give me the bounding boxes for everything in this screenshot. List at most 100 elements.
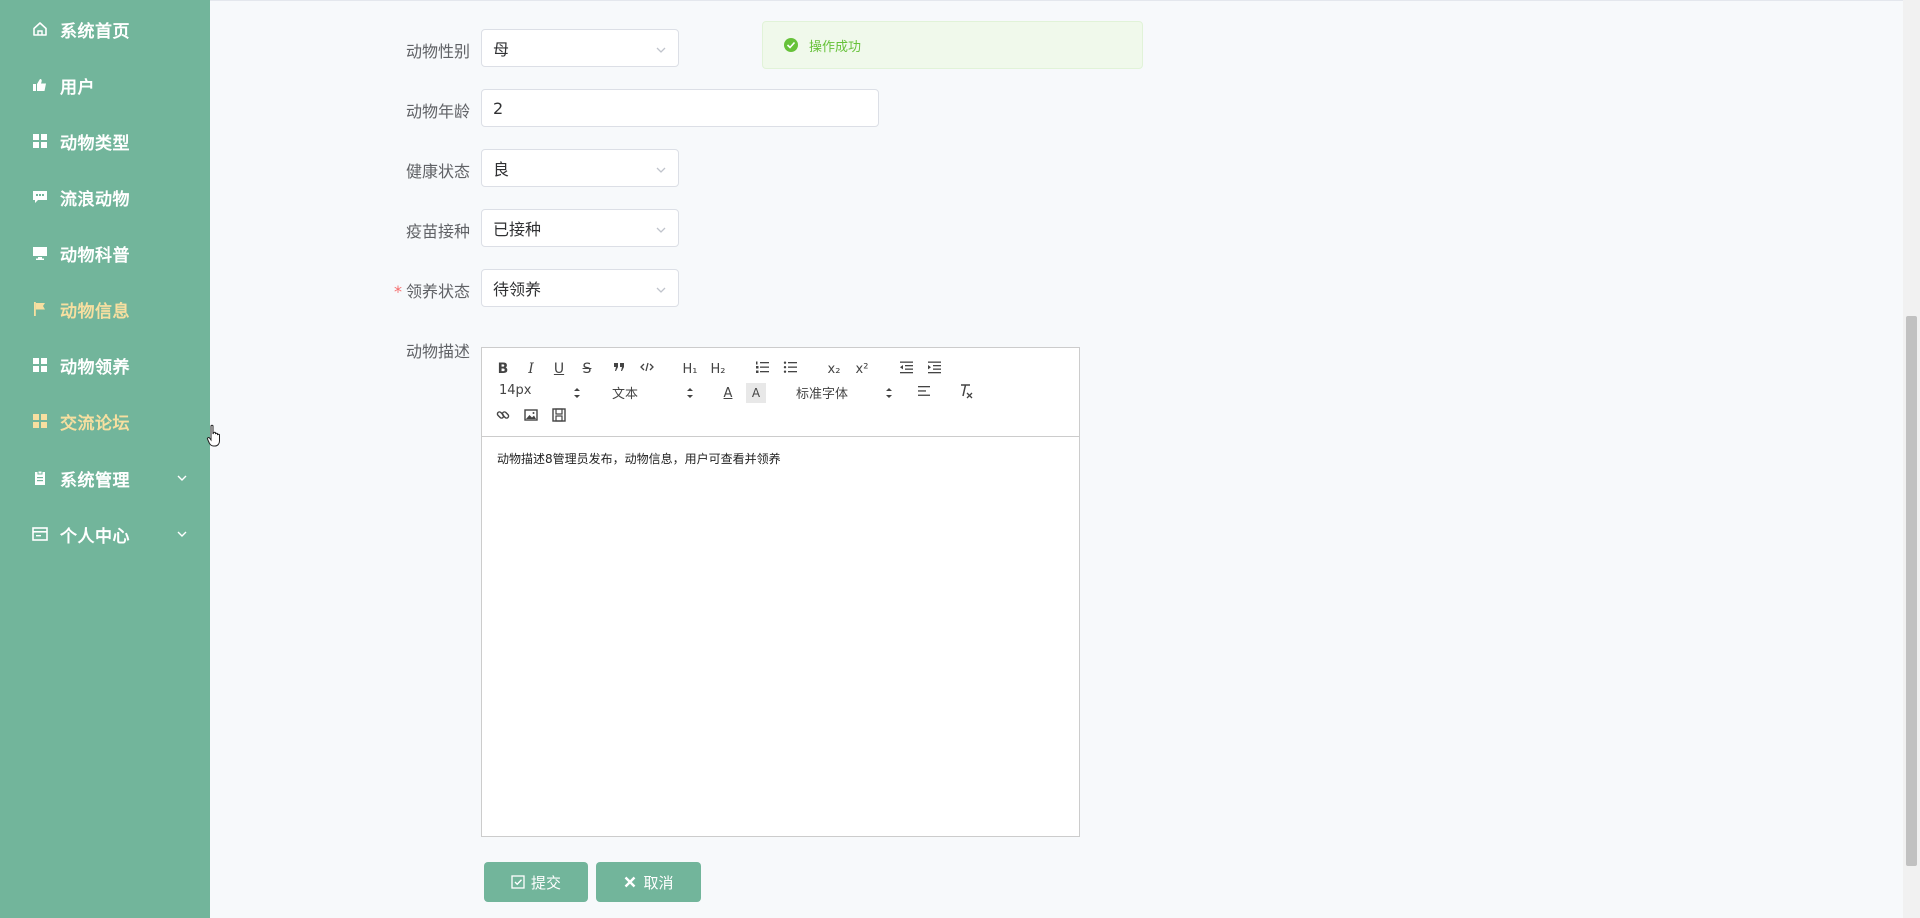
subscript-button[interactable]: x₂ (824, 359, 844, 379)
age-label: 动物年龄 (405, 102, 470, 121)
bullet-list-button[interactable] (780, 359, 800, 379)
gender-label: 动物性别 (405, 42, 470, 61)
image-button[interactable] (521, 407, 541, 427)
age-value: 2 (493, 98, 504, 118)
health-select[interactable]: 良 (481, 149, 679, 187)
sidebar-item-animal-type[interactable]: 动物类型 (0, 119, 210, 163)
card-icon (32, 526, 48, 542)
superscript-button[interactable]: x² (852, 359, 872, 379)
chevron-down-icon (174, 526, 190, 542)
indent-button[interactable] (924, 359, 944, 379)
age-input[interactable]: 2 (481, 89, 879, 127)
health-label: 健康状态 (405, 162, 470, 181)
sidebar-item-label: 个人中心 (60, 526, 130, 547)
link-button[interactable] (493, 407, 513, 427)
underline-button[interactable]: U (549, 359, 569, 379)
align-left-icon (917, 384, 931, 402)
description-editor: B I U S H₁ H₂ x₂ x² 14px 文本 A A 标准字体 动物描… (481, 347, 1080, 837)
adopt-status-text: 领养状态 (405, 282, 470, 301)
grid-icon (32, 133, 48, 149)
clear-format-button[interactable] (956, 383, 976, 403)
header-value: 文本 (612, 387, 639, 402)
image-icon (524, 408, 538, 426)
h1-button[interactable]: H₁ (680, 359, 700, 379)
sidebar-item-label: 系统首页 (60, 21, 130, 42)
hand-cursor-icon (206, 424, 224, 448)
chevron-down-icon (654, 222, 668, 236)
outdent-icon (899, 360, 913, 378)
chevron-down-icon (654, 282, 668, 296)
sidebar-item-system[interactable]: 系统管理 (0, 456, 210, 500)
checkbox-icon (511, 875, 525, 889)
gender-select[interactable]: 母 (481, 29, 679, 67)
font-color-button[interactable]: A (718, 383, 738, 403)
link-icon (496, 408, 510, 426)
bullet-list-icon (783, 360, 797, 378)
header-select[interactable]: 文本 (612, 383, 695, 403)
success-circle-icon (783, 37, 799, 53)
sidebar-item-profile[interactable]: 个人中心 (0, 512, 210, 556)
message-text: 操作成功 (809, 39, 862, 55)
thumb-up-icon (32, 77, 48, 93)
updown-icon (572, 385, 582, 401)
vaccine-label: 疫苗接种 (405, 222, 470, 241)
vaccine-select[interactable]: 已接种 (481, 209, 679, 247)
flag-icon (32, 301, 48, 317)
sidebar-item-forum[interactable]: 交流论坛 (0, 399, 210, 443)
h2-button[interactable]: H₂ (708, 359, 728, 379)
sidebar-item-label: 交流论坛 (60, 413, 130, 434)
close-icon (623, 875, 637, 889)
sidebar-item-label: 流浪动物 (60, 189, 130, 210)
sidebar-item-user[interactable]: 用户 (0, 63, 210, 107)
code-block-button[interactable] (637, 359, 657, 379)
sidebar-item-home[interactable]: 系统首页 (0, 7, 210, 51)
grid-icon (32, 413, 48, 429)
vaccine-value: 已接种 (493, 220, 542, 239)
cancel-label: 取消 (643, 873, 674, 892)
align-button[interactable] (914, 383, 934, 403)
submit-label: 提交 (530, 873, 561, 892)
font-size-value: 14px (499, 383, 532, 398)
description-label: 动物描述 (405, 342, 470, 361)
adopt-status-select[interactable]: 待领养 (481, 269, 679, 307)
quote-icon (612, 360, 626, 378)
sidebar-item-label: 用户 (60, 77, 95, 98)
sidebar-item-adoption[interactable]: 动物领养 (0, 343, 210, 387)
editor-content[interactable]: 动物描述8管理员发布，动物信息，用户可查看并领养 (497, 450, 781, 467)
sidebar-item-animal-info[interactable]: 动物信息 (0, 287, 210, 331)
outdent-button[interactable] (896, 359, 916, 379)
background-color-button[interactable]: A (746, 383, 766, 403)
italic-button[interactable]: I (521, 359, 541, 379)
clear-format-icon (958, 383, 974, 403)
updown-icon (884, 385, 894, 401)
bold-button[interactable]: B (493, 359, 513, 379)
indent-icon (927, 360, 941, 378)
clipboard-icon (32, 470, 48, 486)
font-size-select[interactable]: 14px (499, 383, 582, 403)
health-value: 良 (493, 160, 510, 179)
home-icon (32, 21, 48, 37)
sidebar: 系统首页 用户 动物类型 流浪动物 动物科普 动物信息 动物领养 交流论坛 系统… (0, 0, 210, 918)
ordered-list-icon (755, 360, 769, 378)
blockquote-button[interactable] (609, 359, 629, 379)
strike-button[interactable]: S (577, 359, 597, 379)
required-mark: * (393, 282, 402, 301)
sidebar-item-science[interactable]: 动物科普 (0, 231, 210, 275)
cancel-button[interactable]: 取消 (596, 862, 701, 902)
chevron-down-icon (654, 162, 668, 176)
font-family-select[interactable]: 标准字体 (796, 383, 894, 403)
sidebar-item-label: 动物科普 (60, 245, 130, 266)
adopt-status-value: 待领养 (493, 280, 542, 299)
monitor-icon (32, 245, 48, 261)
comment-icon (32, 189, 48, 205)
submit-button[interactable]: 提交 (484, 862, 588, 902)
ordered-list-button[interactable] (752, 359, 772, 379)
sidebar-item-label: 动物信息 (60, 301, 130, 322)
video-button[interactable] (549, 407, 569, 427)
scrollbar-thumb[interactable] (1906, 316, 1917, 866)
sidebar-item-label: 系统管理 (60, 470, 130, 491)
sidebar-item-stray[interactable]: 流浪动物 (0, 175, 210, 219)
video-icon (552, 408, 566, 426)
grid-icon (32, 357, 48, 373)
chevron-down-icon (654, 42, 668, 56)
